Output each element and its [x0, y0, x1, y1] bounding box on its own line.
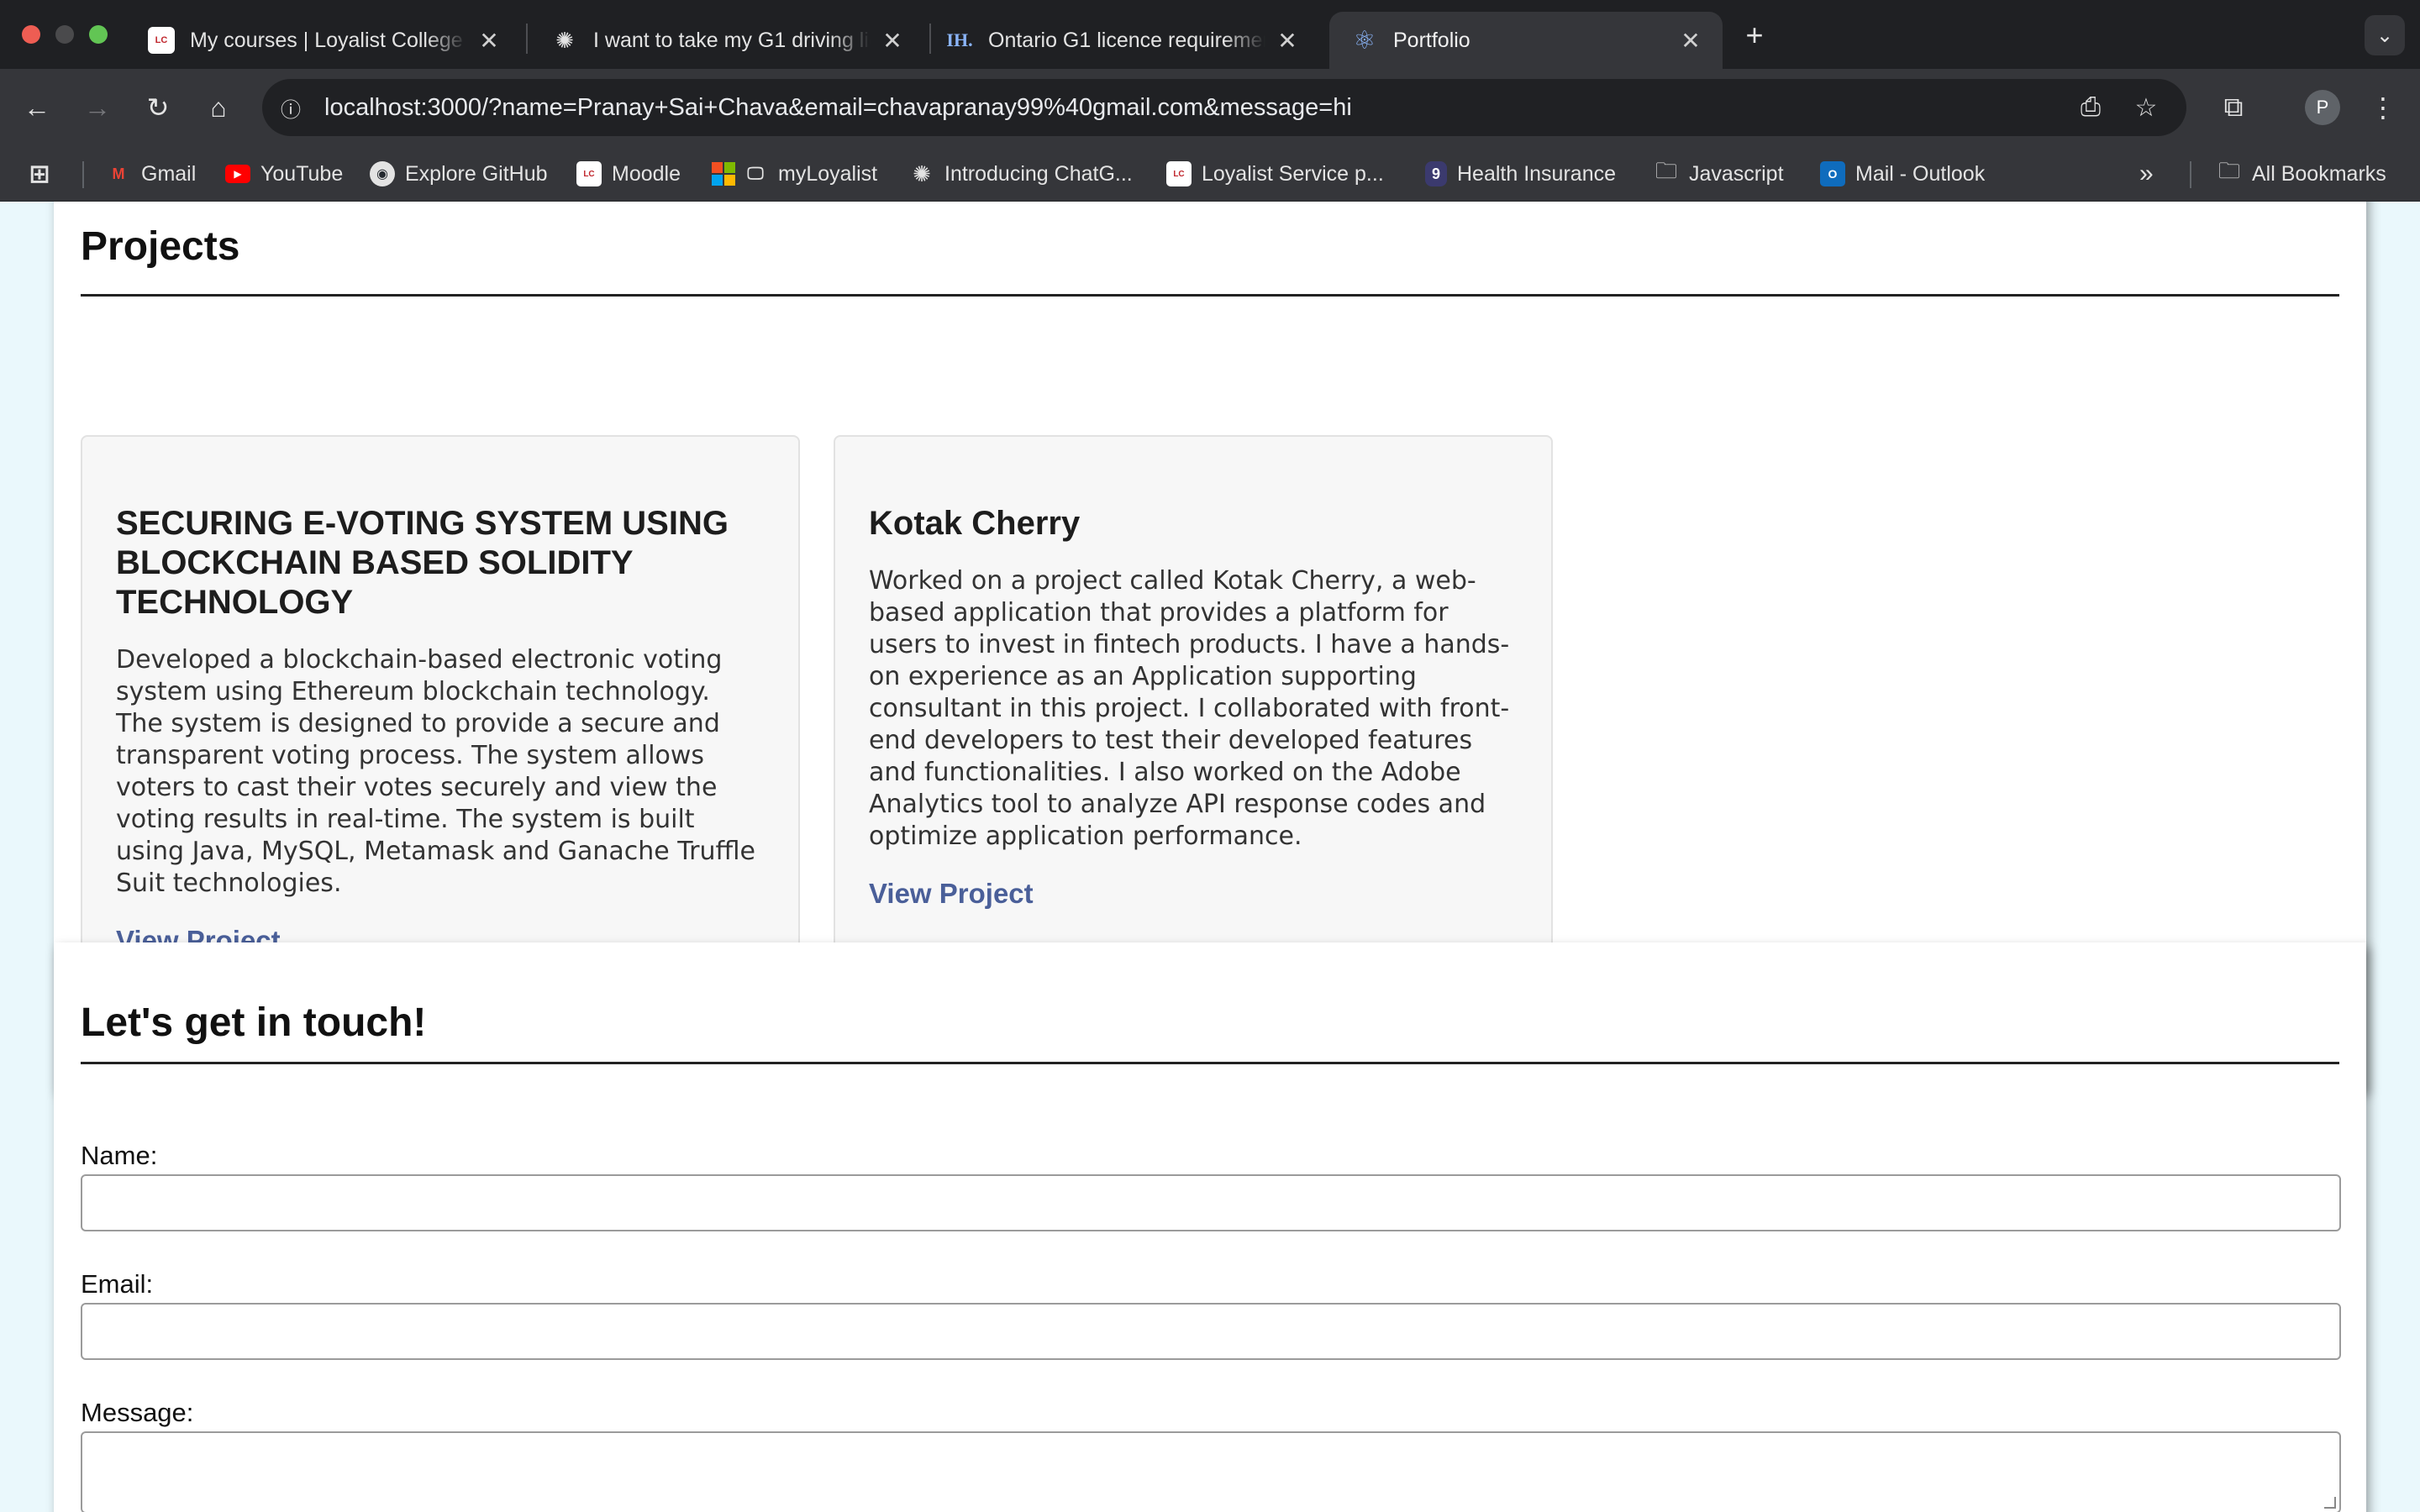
loyalist-icon: LC: [1166, 161, 1192, 186]
project-card: Kotak Cherry Worked on a project called …: [834, 435, 1553, 996]
section-divider: [81, 1062, 2339, 1064]
project-title: SECURING E-VOTING SYSTEM USING BLOCKCHAI…: [116, 505, 729, 621]
close-window-button[interactable]: [22, 25, 40, 44]
bookmark-divider: [82, 161, 84, 188]
bookmark-label: All Bookmarks: [2252, 161, 2386, 186]
view-project-link[interactable]: View Project: [869, 878, 1034, 910]
email-field[interactable]: [81, 1303, 2341, 1360]
youtube-icon: ▶: [225, 165, 250, 183]
tab-strip: LC My courses | Loyalist College ✕ ✺ I w…: [0, 0, 2420, 69]
tab-title: Ontario G1 licence requirements: [988, 28, 1265, 52]
minimize-window-button[interactable]: [55, 25, 74, 44]
browser-toolbar: ← → ↻ ⌂ ⓘ localhost:3000/?name=Pranay+Sa…: [0, 69, 2420, 146]
tab-my-courses[interactable]: LC My courses | Loyalist College ✕: [126, 12, 521, 69]
close-icon[interactable]: ✕: [1272, 25, 1302, 55]
bookmark-label: Moodle: [612, 161, 681, 186]
bookmark-moodle[interactable]: LC Moodle: [576, 157, 681, 191]
section-divider: [81, 294, 2339, 297]
name-label: Name:: [81, 1141, 158, 1170]
bookmark-label: Mail - Outlook: [1855, 161, 1986, 186]
back-button[interactable]: ←: [17, 87, 57, 128]
reload-button[interactable]: ↻: [138, 87, 178, 128]
github-icon: ◉: [370, 161, 395, 186]
close-icon[interactable]: ✕: [1676, 25, 1706, 55]
bookmark-health-insurance[interactable]: 9 Health Insurance: [1425, 157, 1616, 191]
all-bookmarks-folder[interactable]: 🗀 All Bookmarks: [2217, 157, 2386, 191]
menu-icon[interactable]: ⋮: [2363, 87, 2403, 128]
bookmark-divider: [2190, 161, 2191, 188]
bookmark-label: Gmail: [141, 161, 197, 186]
openai-icon: ✺: [555, 27, 574, 53]
contact-section: Let's get in touch! Name: Email: Message…: [54, 942, 2366, 1512]
tab-title: I want to take my G1 driving licence: [593, 28, 871, 52]
email-label: Email:: [81, 1269, 154, 1299]
section-title: Projects: [81, 224, 240, 269]
gmail-icon: M: [112, 165, 125, 182]
name-field[interactable]: [81, 1174, 2341, 1231]
message-label: Message:: [81, 1398, 194, 1427]
page-viewport: Projects SECURING E-VOTING SYSTEM USING …: [0, 202, 2420, 1512]
project-description: Developed a blockchain-based electronic …: [116, 645, 755, 898]
tab-search-button[interactable]: ⌄: [2365, 15, 2405, 55]
tab-divider: [526, 24, 528, 54]
monitor-icon: 🖵: [747, 164, 764, 183]
nine-icon: 9: [1425, 161, 1447, 186]
project-title: Kotak Cherry: [869, 505, 1081, 542]
folder-icon: 🗀: [2217, 158, 2240, 183]
ih-icon: IH.: [946, 29, 973, 50]
bookmark-label: Health Insurance: [1457, 161, 1617, 186]
apps-icon[interactable]: ⊞: [27, 157, 62, 191]
bookmark-label: Explore GitHub: [405, 161, 548, 186]
close-icon[interactable]: ✕: [474, 25, 504, 55]
bookmark-youtube[interactable]: ▶ YouTube: [225, 157, 343, 191]
message-field[interactable]: [81, 1431, 2341, 1512]
bookmark-github[interactable]: ◉ Explore GitHub: [370, 157, 548, 191]
bookmark-label: myLoyalist: [778, 161, 878, 186]
bookmark-outlook[interactable]: O Mail - Outlook: [1820, 157, 1985, 191]
loyalist-icon: LC: [576, 161, 602, 186]
more-bookmarks-icon[interactable]: »: [2139, 157, 2154, 191]
close-icon[interactable]: ✕: [877, 25, 908, 55]
microsoft-icon: [711, 161, 736, 186]
bookmark-label: Loyalist Service p...: [1202, 161, 1384, 186]
section-title: Let's get in touch!: [81, 1000, 427, 1045]
openai-icon: ✺: [913, 160, 931, 186]
bookmark-chatgpt[interactable]: ✺ Introducing ChatG...: [909, 157, 1133, 191]
folder-icon: 🗀: [1655, 158, 1677, 183]
site-info-icon[interactable]: ⓘ: [276, 92, 306, 123]
address-bar[interactable]: ⓘ localhost:3000/?name=Pranay+Sai+Chava&…: [262, 79, 2186, 136]
tab-g1-chat[interactable]: ✺ I want to take my G1 driving licence ✕: [529, 12, 924, 69]
loyalist-icon: LC: [148, 27, 175, 54]
home-button[interactable]: ⌂: [198, 87, 239, 128]
url-text[interactable]: localhost:3000/?name=Pranay+Sai+Chava&em…: [324, 79, 1352, 136]
bookmark-label: YouTube: [260, 161, 344, 186]
bookmark-loyalist-service[interactable]: LC Loyalist Service p...: [1166, 157, 1384, 191]
forward-button[interactable]: →: [77, 87, 118, 128]
new-tab-button[interactable]: +: [1736, 17, 1773, 54]
maximize-window-button[interactable]: [89, 25, 108, 44]
tab-title: Portfolio: [1393, 28, 1470, 52]
resize-handle[interactable]: [2324, 1497, 2336, 1509]
project-card: SECURING E-VOTING SYSTEM USING BLOCKCHAI…: [81, 435, 800, 996]
install-app-icon[interactable]: ⎙: [2074, 91, 2107, 124]
tab-portfolio[interactable]: ⚛ Portfolio ✕: [1329, 12, 1723, 69]
outlook-icon: O: [1820, 161, 1845, 186]
bookmark-label: Javascript: [1689, 161, 1784, 186]
bookmark-label: Introducing ChatG...: [944, 161, 1133, 186]
tab-ontario-g1[interactable]: IH. Ontario G1 licence requirements ✕: [924, 12, 1319, 69]
avatar[interactable]: P: [2305, 90, 2340, 125]
tab-title: My courses | Loyalist College: [190, 28, 463, 52]
bookmarks-bar: ⊞ M Gmail ▶ YouTube ◉ Explore GitHub LC …: [0, 146, 2420, 202]
bookmark-folder-javascript[interactable]: 🗀 Javascript: [1654, 157, 1784, 191]
project-description: Worked on a project called Kotak Cherry,…: [869, 566, 1510, 851]
extensions-icon[interactable]: ⧉: [2213, 87, 2254, 128]
bookmark-myloyalist[interactable]: 🖵 myLoyalist: [711, 157, 877, 191]
bookmark-star-icon[interactable]: ☆: [2129, 91, 2163, 124]
bookmark-gmail[interactable]: M Gmail: [106, 157, 197, 191]
react-icon: ⚛: [1353, 26, 1376, 55]
